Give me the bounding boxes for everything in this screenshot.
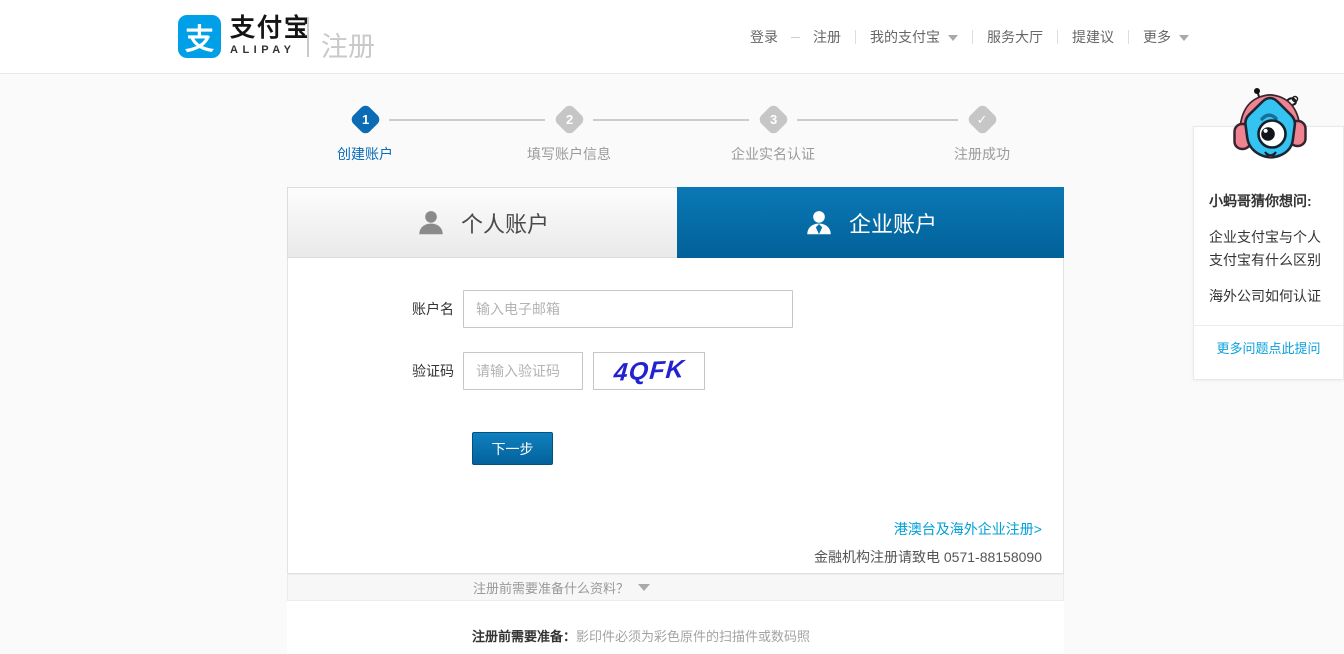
prep-materials-note: 注册前需要准备：影印件必须为彩色原件的扫描件或数码照 [287,601,1064,654]
chevron-down-icon [638,584,651,591]
robot-mascot-icon [1233,88,1307,159]
nav-feedback-link[interactable]: 提建议 [1072,27,1114,47]
nav-dash-divider [791,36,800,38]
check-icon: ✓ [965,103,999,136]
help-card: 小蚂哥猜你想问: 企业支付宝与个人支付宝有什么区别 海外公司如何认证 更多问题点… [1193,88,1344,380]
captcha-code-text: 4QFK [612,354,686,387]
brand-name-cn: 支付宝 [230,14,312,42]
step-1-badge: 1 [348,103,382,136]
nav-separator [1128,30,1129,44]
chevron-down-icon [1179,35,1189,42]
page-title: 注册 [321,32,375,62]
account-name-label: 账户名 [412,301,454,317]
prep-materials-toggle[interactable]: 注册前需要准备什么资料？ [287,574,1064,601]
help-question-overseas[interactable]: 海外公司如何认证 [1209,285,1328,308]
captcha-image[interactable]: 4QFK [593,352,705,390]
header: 支 支付宝 ALIPAY 注册 登录 注册 我的支付宝 服务大厅 提建议 更多 [0,0,1344,74]
captcha-input[interactable] [463,352,583,390]
brand-name-en: ALIPAY [230,44,296,56]
overseas-register-link[interactable]: 港澳台及海外企业注册> [894,519,1042,539]
alipay-register-page: 支 支付宝 ALIPAY 注册 登录 注册 我的支付宝 服务大厅 提建议 更多 [0,0,1344,654]
step-2-badge: 2 [552,103,586,136]
account-email-input[interactable] [463,290,793,328]
nav-my-alipay-menu[interactable]: 我的支付宝 [870,27,958,47]
step-3-badge: 3 [756,103,790,136]
step-verify-name: 3 企业实名认证 [703,103,843,164]
step-success: ✓ 注册成功 [912,103,1052,164]
register-panel: 个人账户 企业账户 账户名 验证码 [287,187,1064,654]
next-step-button[interactable]: 下一步 [472,432,553,465]
brand-wordmark: 支付宝 ALIPAY [230,14,312,57]
progress-steps: 1 创建账户 2 填写账户信息 3 企业实名认证 ✓ 注册成功 [287,103,1064,168]
register-form: 账户名 验证码 4QFK 下一步 港澳台及海外企业注册> 金融机构注册请致电 0… [287,258,1064,574]
more-questions-link[interactable]: 更多问题点此提问 [1194,326,1343,368]
finance-phone-note: 金融机构注册请致电 0571-88158090 [814,549,1042,565]
prep-note-title: 注册前需要准备： [472,629,577,644]
logo-divider [307,17,309,57]
person-icon [419,210,443,234]
nav-service-hall-link[interactable]: 服务大厅 [987,27,1043,47]
top-nav: 登录 注册 我的支付宝 服务大厅 提建议 更多 [750,27,1189,47]
captcha-row: 验证码 4QFK [288,352,705,390]
alipay-logo-icon[interactable]: 支 [178,15,221,58]
nav-separator [855,30,856,44]
nav-login-link[interactable]: 登录 [750,27,778,47]
step-create-account: 1 创建账户 [295,103,435,164]
help-card-title: 小蚂哥猜你想问: [1209,193,1312,209]
nav-separator [1057,30,1058,44]
tab-enterprise-account[interactable]: 企业账户 [677,187,1064,270]
nav-separator [972,30,973,44]
nav-more-menu[interactable]: 更多 [1143,27,1189,47]
help-question-difference[interactable]: 企业支付宝与个人支付宝有什么区别 [1209,226,1328,272]
tab-personal-account[interactable]: 个人账户 [287,187,677,258]
nav-register-link[interactable]: 注册 [813,27,841,47]
captcha-label: 验证码 [412,363,454,379]
main-area: 1 创建账户 2 填写账户信息 3 企业实名认证 ✓ 注册成功 个人账户 企业账… [0,74,1344,654]
prep-note-text: 影印件必须为彩色原件的扫描件或数码照 [576,629,811,644]
business-person-icon [807,210,831,234]
step-fill-info: 2 填写账户信息 [499,103,639,164]
account-name-row: 账户名 [288,290,793,328]
chevron-down-icon [948,35,958,42]
account-type-tabs: 个人账户 企业账户 [287,187,1064,270]
